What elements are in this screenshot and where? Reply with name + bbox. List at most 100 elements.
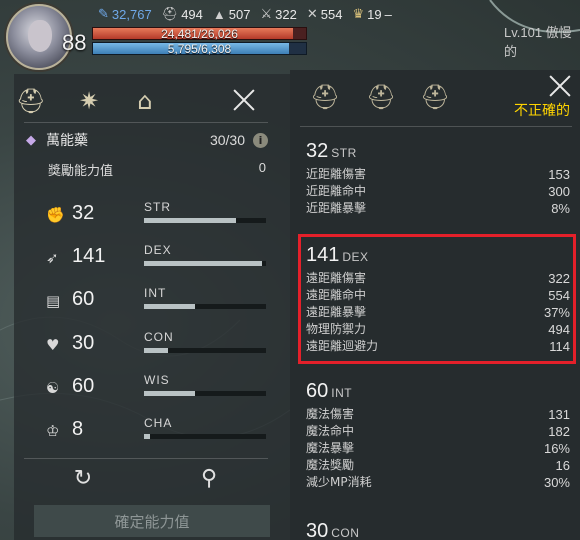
trophy-icon: ♛: [352, 6, 365, 21]
detail-line: 魔法傷害 131: [306, 406, 570, 423]
detail-value: 30%: [543, 475, 570, 490]
stat-row-cha[interactable]: ♔ 8 CHA: [46, 416, 270, 456]
stat-bar: [144, 261, 266, 266]
stat-row-wis[interactable]: ☯ 60 WIS: [46, 373, 270, 413]
left-close-icon[interactable]: [230, 86, 258, 114]
star-burst-tab-icon[interactable]: ✷: [72, 84, 106, 118]
crossed-arrows-icon: ✕: [306, 6, 318, 21]
hud-stat-a-value: 494: [181, 6, 203, 22]
details-abbr: CON: [331, 526, 360, 540]
confirm-stats-button[interactable]: 確定能力值: [34, 505, 270, 537]
mp-bar: 5,795/6,308: [92, 42, 307, 56]
details-head: 30 CON: [306, 520, 570, 540]
detail-line: 近距離暴擊 8%: [306, 200, 570, 217]
hud-stat-b: ▲ 507: [213, 7, 251, 22]
stat-name: STR: [144, 200, 171, 214]
detail-line: 減少MP消耗 30%: [306, 474, 570, 491]
detail-value: 153: [548, 167, 570, 182]
stat-row-str[interactable]: ✊ 32 STR: [46, 200, 270, 240]
book-icon: ▤: [46, 292, 61, 310]
detail-value: 182: [548, 424, 570, 439]
fist-icon: ✊: [46, 206, 65, 224]
helmet-icon: ⛑: [161, 6, 179, 21]
stat-name: DEX: [144, 243, 172, 257]
detail-line: 近距離傷害 153: [306, 166, 570, 183]
hp-bar: 24,481/26,026: [92, 27, 307, 41]
power-icon: ✎: [98, 6, 109, 21]
crown-icon: ♔: [46, 422, 60, 440]
stat-value: 60: [72, 288, 95, 310]
top-hud: 88 ✎ 32,767 ⛑ 494 ▲ 507 ⚔ 322 ✕ 554 ♛ 19…: [0, 0, 580, 70]
detail-label: 近距離暴擊: [306, 201, 367, 215]
target-level-tag: Lv.101 傲慢的: [504, 25, 572, 59]
stat-value: 60: [72, 375, 95, 397]
stat-value: 30: [72, 332, 95, 354]
elixir-icon: ◆: [26, 133, 36, 148]
heart-icon: ♥: [46, 336, 60, 354]
info-icon[interactable]: i: [253, 132, 268, 148]
right-divider: [300, 126, 572, 127]
detail-label: 魔法命中: [306, 424, 355, 438]
bonus-stat-label: 獎勵能力值: [48, 164, 114, 179]
details-value: 60: [306, 380, 329, 402]
stat-name: CHA: [144, 416, 173, 430]
helmet-tab-icon[interactable]: ⛑: [14, 84, 48, 118]
stat-bar: [144, 348, 266, 353]
house-tab-icon[interactable]: ⌂: [128, 84, 162, 118]
hud-stat-strip: ✎ 32,767 ⛑ 494 ▲ 507 ⚔ 322 ✕ 554 ♛ 19 –: [98, 5, 392, 23]
detail-value: 300: [548, 184, 570, 199]
stat-bar-fill: [144, 348, 169, 353]
detail-label: 魔法獎勵: [306, 458, 355, 472]
helmet-add-icon[interactable]: ⛑: [366, 82, 396, 112]
stat-row-dex[interactable]: ➶ 141 DEX: [46, 243, 270, 283]
stat-name: CON: [144, 330, 174, 344]
details-str: 32 STR 近距離傷害 153 近距離命中 300 近距離暴擊 8%: [306, 140, 570, 217]
elixir-count: 30/30: [209, 132, 245, 148]
bonus-stat-row: 獎勵能力值 0: [48, 160, 266, 179]
detail-line: 近距離命中 300: [306, 183, 570, 200]
right-close-icon[interactable]: [546, 72, 574, 100]
details-value: 32: [306, 140, 329, 162]
stat-bar: [144, 391, 266, 396]
detail-label: 減少MP消耗: [306, 475, 372, 489]
detail-line: 魔法命中 182: [306, 423, 570, 440]
detail-value: 8%: [551, 201, 570, 216]
stat-name: WIS: [144, 373, 170, 387]
mp-text: 5,795/6,308: [167, 42, 232, 56]
mind-icon: ☯: [46, 379, 60, 397]
detail-value: 16: [555, 458, 570, 473]
hud-stat-e: ♛ 19 –: [352, 6, 391, 22]
stat-value: 32: [72, 202, 95, 224]
stat-bar-fill: [144, 261, 263, 266]
helmet-settings-icon[interactable]: ⛑: [310, 82, 340, 112]
search-icon[interactable]: ⚲: [196, 466, 222, 492]
detail-label: 魔法暴擊: [306, 441, 355, 455]
stat-bar-fill: [144, 304, 196, 309]
combat-power-value: 32,767: [111, 6, 152, 22]
stat-bar: [144, 218, 266, 223]
helmet-info-icon[interactable]: ⛑: [420, 82, 450, 112]
detail-line: 魔法暴擊 16%: [306, 440, 570, 457]
details-head: 32 STR: [306, 140, 570, 166]
detail-line: 魔法獎勵 16: [306, 457, 570, 474]
hud-stat-e-value: 19: [367, 6, 382, 22]
dex-highlight-box: [298, 234, 576, 364]
stat-value: 141: [72, 245, 106, 267]
warning-text: 不正確的: [514, 103, 570, 119]
stat-row-con[interactable]: ♥ 30 CON: [46, 330, 270, 370]
details-head: 60 INT: [306, 380, 570, 406]
details-abbr: INT: [331, 386, 353, 400]
hud-stat-d: ✕ 554: [307, 6, 343, 22]
reset-icon[interactable]: ↻: [70, 466, 96, 492]
bonus-stat-value: 0: [258, 160, 266, 175]
portrait-face: [28, 20, 52, 52]
stat-name: INT: [144, 286, 167, 300]
hud-stat-c-value: 322: [275, 6, 297, 22]
details-abbr: STR: [331, 146, 357, 160]
elixir-name: 萬能藥: [46, 133, 88, 149]
stat-row-int[interactable]: ▤ 60 INT: [46, 286, 270, 326]
wizard-hat-icon: ▲: [212, 6, 226, 22]
crossed-swords-icon: ⚔: [260, 6, 273, 21]
stat-value: 8: [72, 418, 84, 440]
details-int: 60 INT 魔法傷害 131 魔法命中 182 魔法暴擊 16% 魔法獎勵 16 減少…: [306, 380, 570, 491]
